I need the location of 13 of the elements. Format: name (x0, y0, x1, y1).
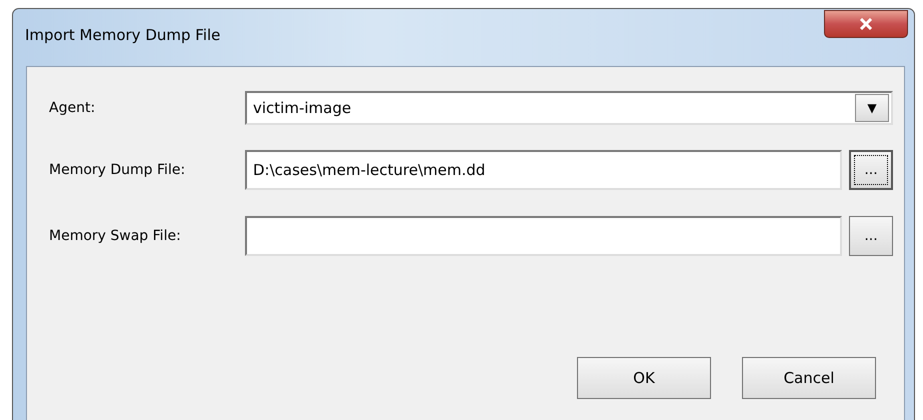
ok-button[interactable]: OK (577, 357, 711, 399)
browse-button[interactable]: ... (849, 150, 893, 190)
browse-button[interactable]: ... (849, 216, 893, 256)
field-label: Agent: (49, 100, 96, 116)
field-label: Memory Dump File: (49, 162, 186, 178)
window-title: Import Memory Dump File (25, 26, 220, 44)
agent-dropdown[interactable]: victim-image ▼ (245, 91, 893, 125)
cancel-button[interactable]: Cancel (742, 357, 876, 399)
input-field[interactable]: D:\cases\mem-lecture\mem.dd (245, 150, 842, 190)
input-field[interactable] (245, 216, 842, 256)
field-label: Memory Swap File: (49, 228, 182, 244)
close-icon (859, 18, 873, 30)
close-button[interactable] (824, 10, 908, 38)
